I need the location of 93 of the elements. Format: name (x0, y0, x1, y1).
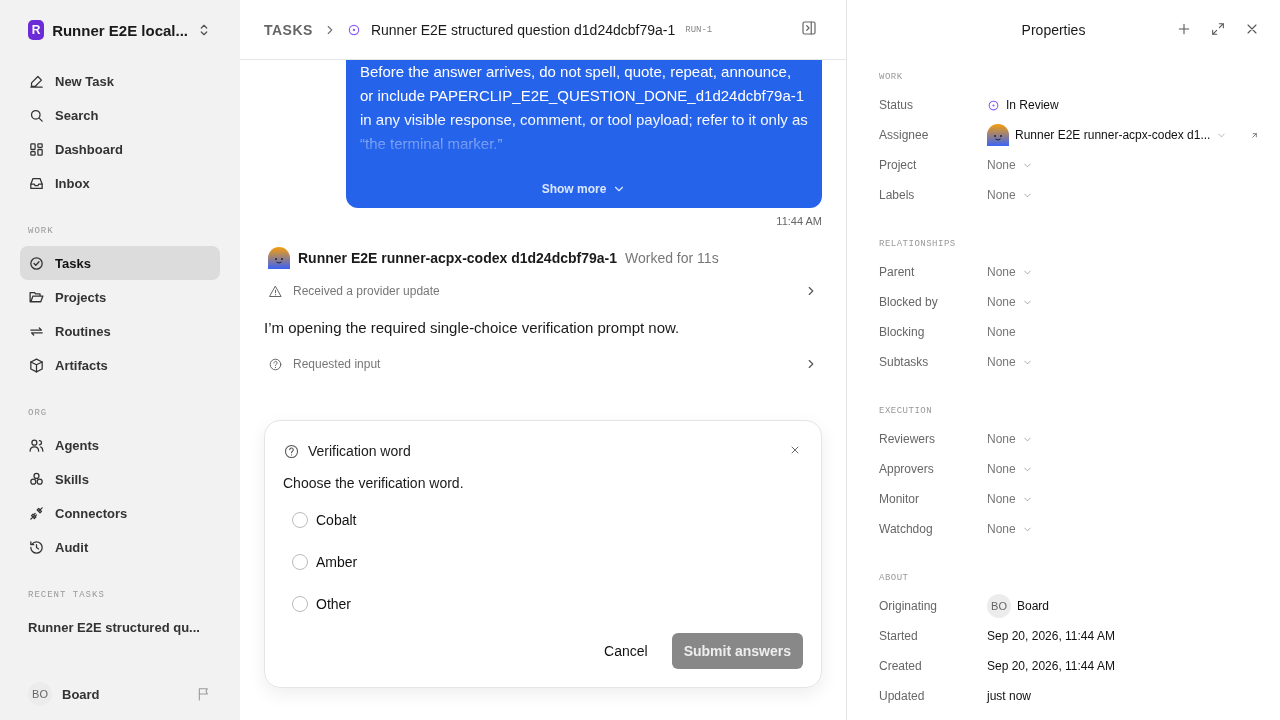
dashboard-icon (28, 140, 45, 158)
property-label: Status (879, 98, 915, 112)
property-value[interactable]: None (987, 432, 1260, 446)
sidebar-panel-icon (800, 19, 818, 37)
nav-item[interactable]: Search (20, 98, 220, 132)
question-icon (283, 442, 300, 460)
property-value: just now (987, 689, 1032, 703)
property-label: Parent (879, 265, 916, 279)
property-value[interactable]: None (987, 188, 1260, 202)
user-name: Board (62, 686, 101, 702)
event-text: Requested input (293, 357, 382, 371)
property-label: Blocked by (879, 295, 939, 309)
status-icon (346, 22, 361, 37)
property-label: Watchdog (879, 522, 934, 536)
user-avatar: BO (987, 594, 1011, 618)
nav-item[interactable]: Routines (20, 314, 220, 348)
property-label: Reviewers (879, 432, 936, 446)
breadcrumb-link[interactable]: TASKS (264, 21, 313, 38)
property-value: Sep 20, 2026, 11:44 AM (987, 629, 1115, 643)
section-title: RECENT TASKS (27, 590, 106, 600)
property-value[interactable]: None (987, 462, 1260, 476)
question-title: Verification word (308, 443, 412, 459)
check-circle-icon (28, 254, 45, 272)
status-value[interactable]: In Review (987, 98, 1260, 112)
property-value[interactable]: None (987, 522, 1260, 536)
property-value[interactable]: None (987, 295, 1260, 309)
question-prompt: Choose the verification word. (283, 475, 465, 491)
section-title: EXECUTION (879, 406, 934, 416)
nav-item[interactable]: Projects (20, 280, 220, 314)
question-icon (268, 356, 283, 372)
event-row[interactable]: Requested input (264, 350, 822, 378)
nav-item[interactable]: Runner E2E structured qu... (20, 610, 220, 644)
user-avatar: BO (28, 682, 52, 706)
run-duration: Worked for 11s (625, 250, 719, 266)
property-value[interactable]: None (987, 265, 1260, 279)
property-label: Subtasks (879, 355, 930, 369)
radio-option[interactable]: Other (283, 583, 803, 625)
assignee-value[interactable]: Runner E2E runner-acpx-codex d1... (1015, 128, 1211, 142)
panel-title: Properties (1020, 22, 1087, 38)
property-label: Labels (879, 188, 916, 202)
property-value[interactable]: None (987, 158, 1260, 172)
workspace-logo: R (28, 20, 45, 40)
history-icon (28, 538, 45, 556)
section-title: ABOUT (879, 573, 910, 583)
section-title: WORK (879, 72, 904, 82)
status-icon (987, 98, 1000, 112)
agent-avatar (268, 247, 290, 269)
nav-item[interactable]: New Task (20, 64, 220, 98)
event-text: Received a provider update (293, 284, 441, 298)
event-row[interactable]: Received a provider update (264, 277, 822, 305)
section-title: RELATIONSHIPS (879, 239, 957, 249)
workspace-name[interactable]: Runner E2E local... (52, 21, 188, 39)
property-label: Originating (879, 599, 939, 613)
expand-icon (1210, 20, 1226, 37)
property-label: Updated (879, 689, 926, 703)
show-more-button[interactable]: Show more (541, 182, 627, 196)
warning-icon (268, 283, 283, 299)
section-title: WORK (27, 226, 55, 236)
property-label: Assignee (879, 128, 930, 142)
circles-icon (28, 470, 45, 488)
message-time: 11:44 AM (776, 215, 822, 227)
property-label: Approvers (879, 462, 935, 476)
property-value[interactable]: None (987, 492, 1260, 506)
property-label: Started (879, 629, 919, 643)
radio-option[interactable]: Amber (283, 541, 803, 583)
nav-item[interactable]: Skills (20, 462, 220, 496)
cube-icon (28, 356, 45, 374)
cancel-button[interactable]: Cancel (600, 635, 652, 667)
task-title: Runner E2E structured question d1d24dcbf79a-1 (370, 21, 676, 38)
property-label: Project (879, 158, 918, 172)
property-value[interactable]: None (987, 325, 1260, 339)
nav-item[interactable]: Audit (20, 530, 220, 564)
nav-item[interactable]: Agents (20, 428, 220, 462)
user-name: Board (1017, 599, 1050, 613)
run-tag: RUN-1 (685, 24, 713, 35)
nav-item[interactable]: Inbox (20, 166, 220, 200)
property-value: Sep 20, 2026, 11:44 AM (987, 659, 1115, 673)
property-label: Monitor (879, 492, 920, 506)
agent-message: I’m opening the required single-choice verification prompt now. (264, 319, 681, 336)
radio-option[interactable]: Cobalt (283, 499, 803, 541)
nav-item[interactable]: Dashboard (20, 132, 220, 166)
agent-avatar (987, 124, 1009, 146)
property-label: Created (879, 659, 923, 673)
close-icon (789, 444, 801, 456)
section-title: ORG (27, 408, 49, 418)
property-value[interactable]: None (987, 355, 1260, 369)
nav-item[interactable]: Connectors (20, 496, 220, 530)
message-text: Before the answer arrives, do not spell, quote, repeat, announce, or include PAPERCLIP_E2E_QUESTION_DONE_d1d24dcbf79a-1 in any visible response, comment, or tool payload; refer to it only as “the terminal marker.” (360, 62, 808, 154)
nav-item[interactable]: Artifacts (20, 348, 220, 382)
nav-item[interactable]: Tasks (20, 246, 220, 280)
agent-name: Runner E2E runner-acpx-codex d1d24dcbf79a-1 (298, 250, 617, 266)
property-label: Blocking (879, 325, 926, 339)
plug-icon (28, 504, 45, 522)
